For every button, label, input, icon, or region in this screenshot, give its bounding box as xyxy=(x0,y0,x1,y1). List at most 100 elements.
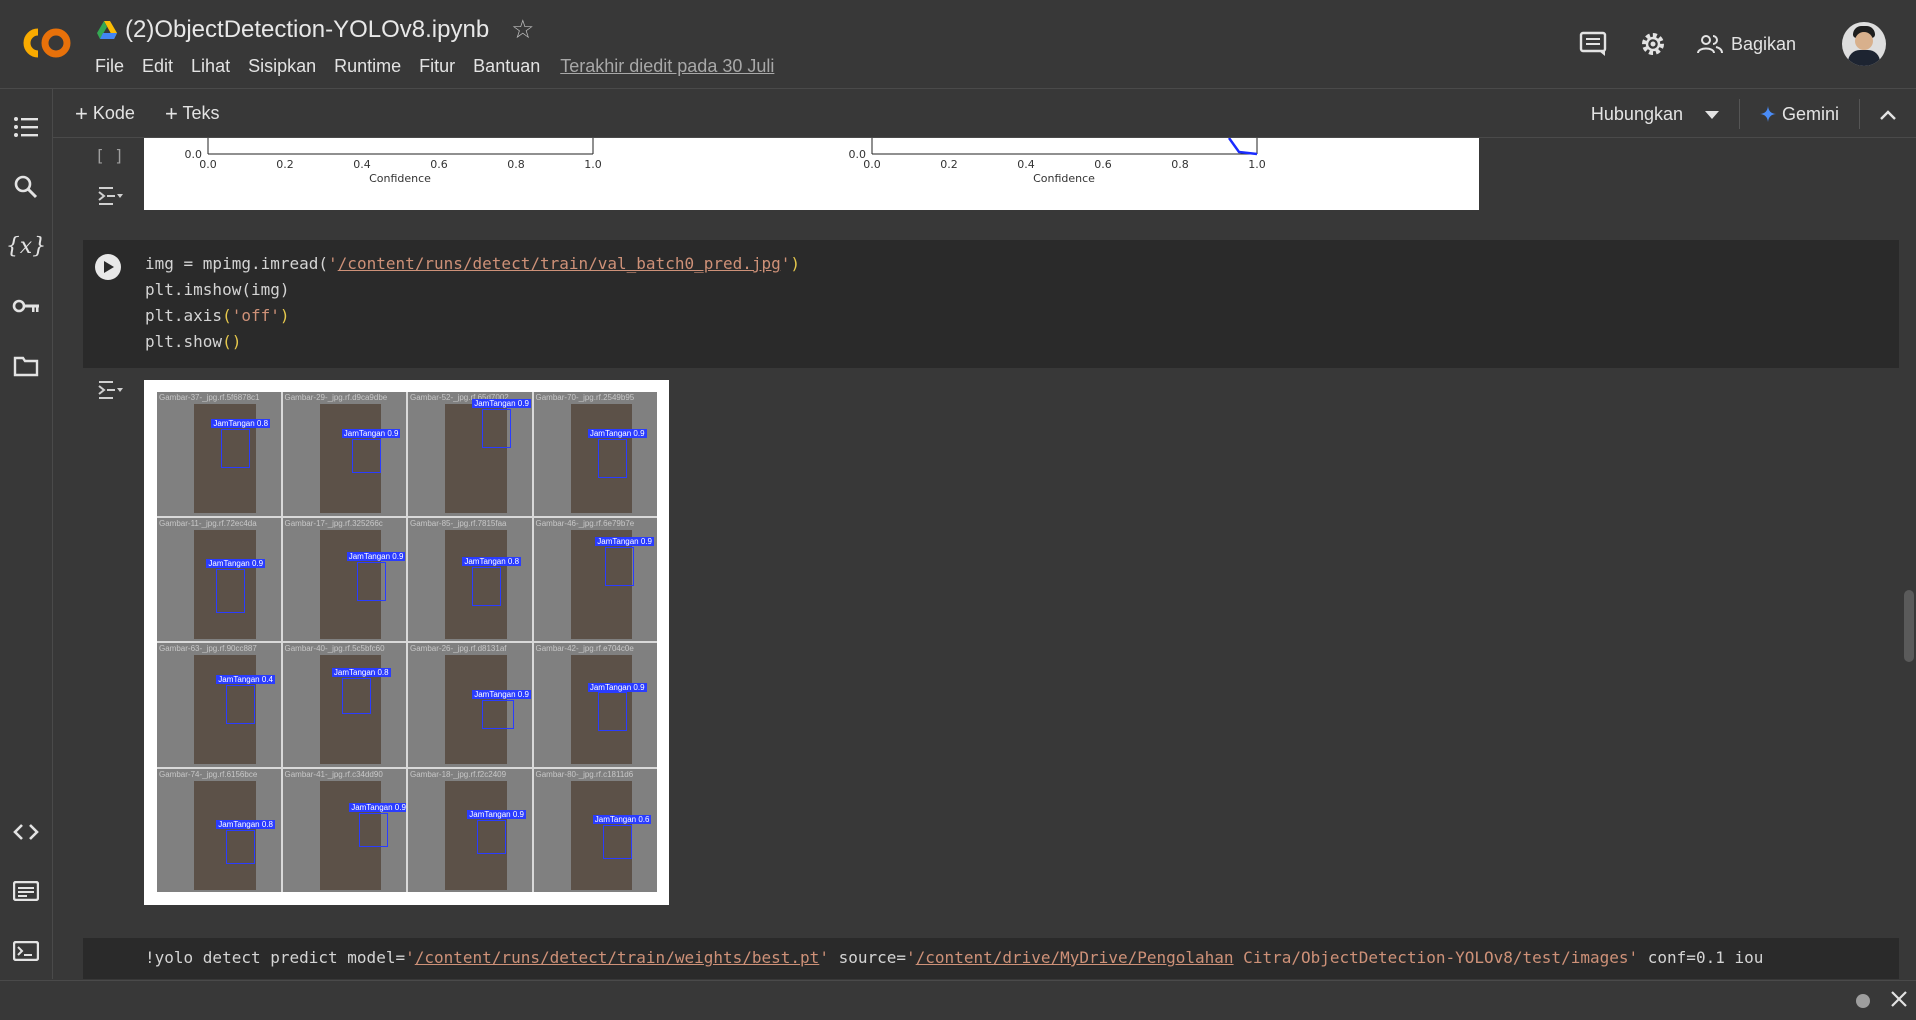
x-tick-label: 0.0 xyxy=(863,158,881,171)
menu-help[interactable]: Bantuan xyxy=(473,56,540,77)
output-toggle-icon[interactable] xyxy=(97,380,125,405)
close-icon[interactable] xyxy=(1890,990,1908,1013)
tile-filename: Gambar-80-_jpg.rf.c1811d6 xyxy=(535,769,634,779)
menu-bar: File Edit Lihat Sisipkan Runtime Fitur B… xyxy=(95,56,792,77)
x-tick-label: 0.6 xyxy=(430,158,448,171)
plus-icon: + xyxy=(75,101,88,126)
prediction-tile: Gambar-40-_jpg.rf.5c5bfc60 JamTangan 0.8 xyxy=(282,643,406,767)
prediction-tile: Gambar-26-_jpg.rf.d8131af JamTangan 0.9 xyxy=(408,643,532,767)
star-icon[interactable]: ☆ xyxy=(511,14,534,45)
menu-runtime[interactable]: Runtime xyxy=(334,56,401,77)
x-tick-label: 0.4 xyxy=(353,158,371,171)
last-edited-link[interactable]: Terakhir diedit pada 30 Juli xyxy=(560,56,774,77)
share-label: Bagikan xyxy=(1730,33,1796,54)
prediction-tile: Gambar-17-_jpg.rf.325266c JamTangan 0.9 xyxy=(282,517,406,641)
menu-edit[interactable]: Edit xyxy=(142,56,173,77)
curve-line xyxy=(1227,138,1258,156)
x-tick-label: 0.6 xyxy=(1094,158,1112,171)
tile-filename: Gambar-11-_jpg.rf.72ec4da xyxy=(159,518,257,528)
prediction-tile: Gambar-74-_jpg.rf.6156bce JamTangan 0.8 xyxy=(157,768,281,892)
detection-box xyxy=(597,438,627,478)
gemini-button[interactable]: Gemini xyxy=(1759,103,1839,125)
prediction-tile: Gambar-85-_jpg.rf.7815faa JamTangan 0.8 xyxy=(408,517,532,641)
cell-execution-count: [ ] xyxy=(95,146,124,165)
previous-plot-output: 0.0 0.0 0.2 0.4 0.6 0.8 1.0 Confidence 0… xyxy=(144,138,1479,210)
prediction-tile: Gambar-18-_jpg.rf.f2c2409 JamTangan 0.9 xyxy=(408,768,532,892)
run-cell-button[interactable] xyxy=(95,254,121,280)
detection-box xyxy=(341,677,371,715)
detection-box xyxy=(597,692,627,732)
folder-icon[interactable] xyxy=(12,352,40,380)
user-avatar[interactable] xyxy=(1842,22,1886,66)
google-drive-icon[interactable] xyxy=(97,20,117,39)
add-text-label: Teks xyxy=(182,103,220,123)
detection-label: JamTangan 0.8 xyxy=(216,820,275,830)
detection-label: JamTangan 0.8 xyxy=(211,419,271,429)
detection-box xyxy=(226,684,256,725)
divider xyxy=(1738,99,1740,129)
output-toggle-icon[interactable] xyxy=(97,186,125,211)
detection-label: JamTangan 0.9 xyxy=(595,537,654,547)
detection-label: JamTangan 0.9 xyxy=(206,559,266,569)
detection-box xyxy=(351,438,381,474)
detection-label: JamTangan 0.9 xyxy=(472,399,531,409)
tile-filename: Gambar-40-_jpg.rf.5c5bfc60 xyxy=(284,644,385,653)
play-icon xyxy=(104,261,114,273)
settings-gear-icon[interactable] xyxy=(1637,28,1669,60)
prediction-tile: Gambar-41-_jpg.rf.c34dd90 JamTangan 0.9 xyxy=(282,768,406,892)
detection-box xyxy=(605,547,635,587)
x-axis-label: Confidence xyxy=(369,172,431,185)
add-code-button[interactable]: + Kode xyxy=(75,101,135,127)
terminal-icon[interactable] xyxy=(12,937,40,965)
scrollbar-thumb[interactable] xyxy=(1904,590,1914,662)
detection-label: JamTangan 0.9 xyxy=(587,682,647,692)
command-palette-icon[interactable] xyxy=(12,877,40,905)
menu-file[interactable]: File xyxy=(95,56,124,77)
collapse-chevron-up-icon[interactable] xyxy=(1880,104,1896,125)
menu-insert[interactable]: Sisipkan xyxy=(248,56,316,77)
notebook-title[interactable]: (2)ObjectDetection-YOLOv8.ipynb xyxy=(125,16,489,44)
colab-logo[interactable] xyxy=(18,24,76,62)
comment-icon[interactable] xyxy=(1577,28,1609,60)
plot-left-axes: 0.0 0.0 0.2 0.4 0.6 0.8 1.0 Confidence xyxy=(185,138,602,185)
prediction-tile: Gambar-46-_jpg.rf.6e79b7e JamTangan 0.9 xyxy=(533,517,657,641)
runtime-status-dot-icon[interactable] xyxy=(1856,994,1870,1008)
chevron-down-icon[interactable] xyxy=(1704,104,1719,125)
share-button[interactable]: Bagikan xyxy=(1696,33,1796,55)
prediction-tile: Gambar-11-_jpg.rf.72ec4da JamTangan 0.9 xyxy=(157,517,281,641)
detection-box xyxy=(221,429,251,469)
prediction-tile: Gambar-52-_jpg.rf.65d7002 JamTangan 0.9 xyxy=(408,392,532,516)
detection-box xyxy=(226,830,256,865)
connect-button[interactable]: Hubungkan xyxy=(1591,104,1683,125)
code-line-2: plt.imshow(img) xyxy=(145,280,290,299)
detection-box xyxy=(482,699,514,729)
detection-label: JamTangan 0.9 xyxy=(341,429,401,439)
key-icon[interactable] xyxy=(12,292,40,320)
detection-label: JamTangan 0.8 xyxy=(462,557,522,567)
detection-box xyxy=(602,825,632,860)
x-tick-label: 1.0 xyxy=(1248,158,1266,171)
detection-box xyxy=(472,566,502,606)
code-cell[interactable]: !yolo detect predict model='/content/run… xyxy=(83,938,1899,979)
gemini-label: Gemini xyxy=(1781,103,1839,124)
code-cell[interactable]: img = mpimg.imread('/content/runs/detect… xyxy=(83,240,1899,368)
prediction-tile: Gambar-80-_jpg.rf.c1811d6 JamTangan 0.6 xyxy=(533,768,657,892)
notebook-toolbar: + Kode + Teks Hubungkan Gemini xyxy=(53,89,1916,138)
detection-label: JamTangan 0.4 xyxy=(216,675,275,685)
tile-filename: Gambar-18-_jpg.rf.f2c2409 xyxy=(410,769,507,779)
menu-view[interactable]: Lihat xyxy=(191,56,230,77)
add-text-button[interactable]: + Teks xyxy=(165,101,220,127)
code-snippets-icon[interactable] xyxy=(12,818,40,846)
status-bar xyxy=(0,980,1916,1020)
tile-filename: Gambar-85-_jpg.rf.7815faa xyxy=(410,518,507,528)
detection-box xyxy=(477,820,507,855)
notebook-content: [ ] 0.0 0.0 0.2 0.4 0.6 0.8 1.0 Confiden… xyxy=(53,138,1899,979)
prediction-tile: Gambar-37-_jpg.rf.5f6878c1 JamTangan 0.8 xyxy=(157,392,281,516)
variables-icon[interactable]: {x} xyxy=(6,232,46,260)
menu-tools[interactable]: Fitur xyxy=(419,56,455,77)
table-of-contents-icon[interactable] xyxy=(12,113,40,141)
x-tick-label: 1.0 xyxy=(584,158,602,171)
left-sidebar: {x} xyxy=(0,89,53,979)
tile-filename: Gambar-63-_jpg.rf.90cc887 xyxy=(159,644,257,653)
search-icon[interactable] xyxy=(12,173,40,201)
